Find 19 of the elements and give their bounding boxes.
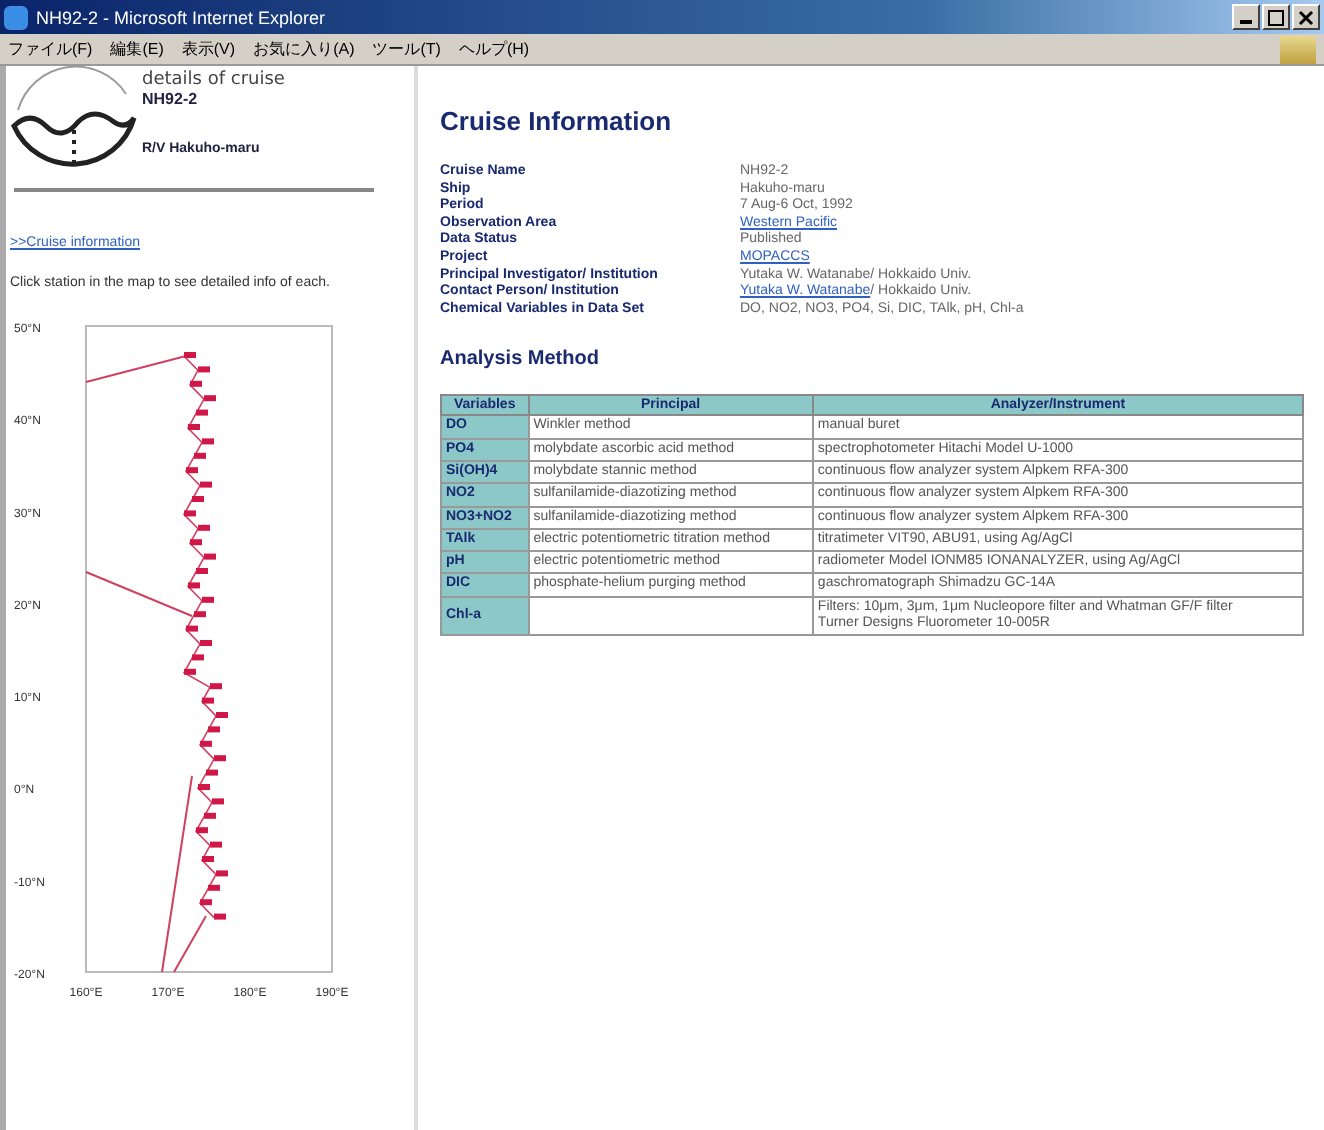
maximize-button[interactable] — [1262, 4, 1290, 30]
close-button[interactable] — [1292, 4, 1320, 30]
close-icon — [1298, 9, 1314, 25]
menu-item[interactable]: ヘルプ(H) — [458, 38, 530, 60]
menu-item[interactable]: ツール(T) — [372, 38, 441, 60]
menu-item[interactable]: 編集(E) — [110, 38, 164, 60]
station-track-drawing[interactable] — [85, 352, 228, 973]
menu-item[interactable]: 表示(V) — [181, 38, 236, 60]
menu-item[interactable]: ファイル(F) — [8, 38, 93, 60]
minimize-button[interactable] — [1232, 4, 1260, 30]
browser-icon — [4, 5, 28, 29]
sidebar-heading: details of cruise — [142, 70, 285, 90]
page-title: Cruise Information — [440, 106, 674, 136]
maximize-icon — [1268, 9, 1284, 25]
cruise-code: NH92-2 — [142, 90, 200, 108]
minimize-icon — [1240, 20, 1252, 24]
section-heading: Analysis Method — [440, 348, 601, 371]
window-title: NH92-2 - Microsoft Internet Explorer — [36, 7, 328, 27]
menu-item[interactable]: お気に入り(A) — [253, 38, 355, 60]
